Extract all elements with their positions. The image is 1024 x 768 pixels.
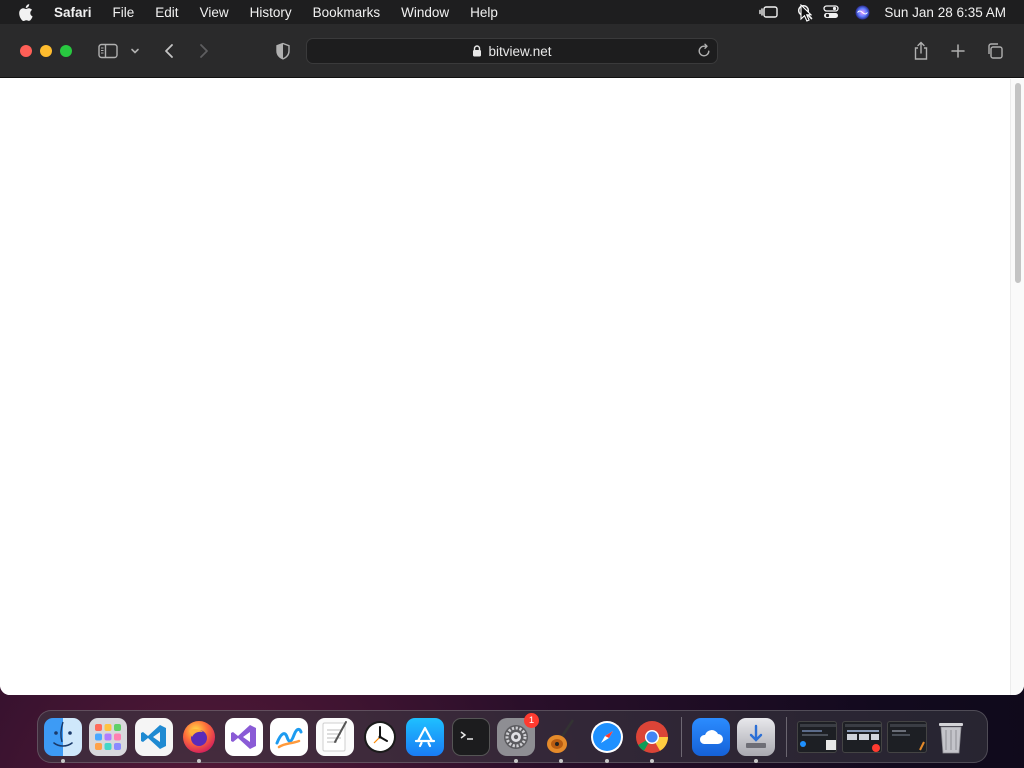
minimized-window-thumbnail[interactable]	[841, 720, 882, 753]
running-indicator	[754, 758, 759, 763]
address-bar[interactable]: bitview.net	[306, 38, 718, 64]
dock-firefox-icon[interactable]	[180, 718, 218, 763]
menu-history[interactable]: History	[250, 5, 292, 20]
running-indicator	[61, 758, 65, 763]
dock-terminal-icon[interactable]	[451, 717, 490, 756]
menu-help[interactable]: Help	[470, 5, 498, 20]
dock-vscode-icon[interactable]	[134, 717, 173, 756]
dock-system-settings-icon[interactable]: 1	[496, 712, 539, 763]
dock-freeform-icon[interactable]	[270, 717, 309, 756]
back-chevron-icon[interactable]	[160, 39, 178, 63]
web-page-content[interactable]	[0, 79, 1010, 695]
menubar-clock[interactable]: Sun Jan 28 6:35 AM	[884, 5, 1006, 20]
menu-edit[interactable]: Edit	[155, 5, 178, 20]
window-maximize-button[interactable]	[60, 45, 72, 57]
dock-finder-icon[interactable]	[44, 717, 82, 763]
dock-launchpad-icon[interactable]	[89, 717, 128, 756]
menu-bar: Safari File Edit View History Bookmarks …	[0, 0, 1024, 24]
dock-separator	[681, 716, 683, 757]
dock-visual-studio-icon[interactable]	[225, 717, 264, 756]
lock-icon	[472, 45, 482, 57]
browser-toolbar: bitview.net	[0, 24, 1024, 78]
running-indicator	[649, 758, 654, 763]
tab-groups-chevron-down-icon[interactable]	[129, 39, 141, 63]
dock-chrome-icon[interactable]	[633, 718, 671, 763]
dock: 1	[37, 710, 988, 763]
reload-icon[interactable]	[697, 43, 711, 59]
menu-window[interactable]: Window	[401, 5, 449, 20]
siri-icon[interactable]	[855, 5, 870, 20]
minimized-window-thumbnail[interactable]	[796, 720, 837, 753]
menu-bookmarks[interactable]: Bookmarks	[313, 5, 381, 20]
dock-weather-icon[interactable]	[692, 717, 731, 756]
running-indicator	[559, 758, 564, 763]
stage-manager-icon[interactable]	[759, 4, 779, 20]
notification-badge: 1	[523, 712, 539, 728]
apple-menu-icon[interactable]	[18, 3, 38, 21]
control-center-icon[interactable]	[823, 5, 840, 19]
address-bar-url: bitview.net	[488, 43, 552, 59]
minimized-window-thumbnail[interactable]	[886, 720, 927, 753]
dock-trash-icon[interactable]	[932, 718, 970, 756]
running-indicator	[196, 758, 201, 763]
scrollbar-thumb[interactable]	[1015, 83, 1021, 283]
forward-chevron-icon[interactable]	[195, 39, 213, 63]
privacy-shield-icon[interactable]	[273, 39, 293, 63]
dock-garageband-icon[interactable]	[542, 718, 580, 763]
dock-installer-icon[interactable]	[737, 717, 776, 763]
dock-textedit-icon[interactable]	[315, 717, 354, 756]
safari-window: bitview.net	[0, 24, 1024, 695]
menu-app-name[interactable]: Safari	[54, 5, 92, 20]
menu-view[interactable]: View	[200, 5, 229, 20]
dock-clock-icon[interactable]	[361, 718, 399, 756]
new-tab-plus-icon[interactable]	[948, 39, 968, 63]
sidebar-toggle-icon[interactable]	[96, 39, 120, 63]
dock-safari-icon[interactable]	[588, 718, 626, 763]
running-indicator	[604, 758, 609, 763]
dock-separator	[785, 716, 787, 757]
dock-app-store-icon[interactable]	[406, 717, 445, 756]
vertical-scrollbar[interactable]	[1010, 79, 1024, 695]
running-indicator	[513, 758, 518, 763]
tab-overview-icon[interactable]	[985, 39, 1005, 63]
window-close-button[interactable]	[20, 45, 32, 57]
menu-file[interactable]: File	[113, 5, 135, 20]
share-icon[interactable]	[911, 39, 931, 63]
window-minimize-button[interactable]	[40, 45, 52, 57]
